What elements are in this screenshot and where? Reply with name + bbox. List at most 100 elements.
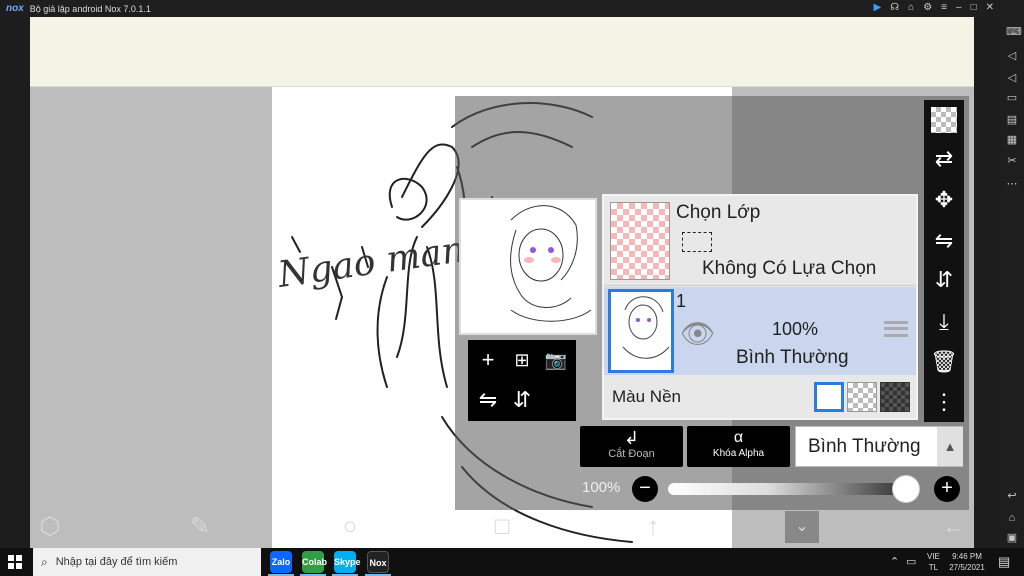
skype-app-icon[interactable]: Skype (334, 551, 361, 573)
layer-row[interactable]: 1 👁 100% Bình Thường (604, 287, 916, 375)
flip-horizontal-icon[interactable]: ⇋ (930, 227, 958, 255)
clipping-button[interactable]: ↲ Cắt Đoạn (580, 426, 683, 467)
clock[interactable]: 9:46 PM 27/5/2021 (947, 551, 987, 573)
recent-apps-icon[interactable]: ▣ (1006, 532, 1018, 544)
chevron-up-icon[interactable]: ▲ (937, 427, 963, 466)
selection-marquee-icon (682, 232, 712, 252)
background-color-row: Màu Nền (604, 376, 916, 418)
apk-icon[interactable]: ▤ (1006, 114, 1018, 126)
layer-opacity: 100% (772, 319, 819, 339)
desktop: nox Bộ giả lập android Nox 7.0.1.1 ▶ ☊ ⌂… (0, 0, 1024, 576)
selection-status: Không Có Lựa Chọn (702, 258, 877, 279)
keyboard-icon[interactable]: ⌨ (1006, 26, 1022, 38)
selection-layer-title: Chọn Lớp (676, 202, 761, 223)
transform-icon[interactable]: ⬡ (30, 506, 70, 548)
gear-icon[interactable]: ⚙ (923, 2, 932, 13)
trash-icon[interactable]: 🗑 (930, 348, 958, 376)
emulator-sidebar: ⌨ ◁ ◁ ▭ ▤ ▦ ✂ ⋯ ↩ ⌂ ▣ (1000, 0, 1024, 548)
notification-icon[interactable]: ▤ (998, 554, 1010, 570)
search-icon: ⌕ (41, 554, 48, 569)
windows-start-icon[interactable] (8, 555, 22, 569)
opacity-thumb[interactable] (892, 475, 920, 503)
layer-swap-icon[interactable]: ⇄ (930, 145, 958, 173)
clipping-label: Cắt Đoạn (608, 448, 655, 460)
flip-vertical-small-icon[interactable]: ⇵ (506, 384, 538, 416)
android-screen: Ngao man ⇄ ✥ ⇋ ⇵ ⤓ 🗑 ⋮ + ⊞ 📷 ⇋ ⇵ Chọn Lớ… (30, 17, 974, 548)
back-icon[interactable]: ↩ (1006, 490, 1018, 502)
shirt-icon[interactable]: ⌂ (908, 2, 914, 13)
tray-chevron-icon[interactable]: ⌃ (890, 555, 899, 568)
more-vertical-icon[interactable]: ⋮ (930, 388, 958, 416)
opacity-label: 100% (582, 479, 621, 496)
selection-layer[interactable]: Chọn Lớp Không Có Lựa Chọn (604, 196, 916, 286)
nox-logo: nox (6, 3, 24, 14)
blend-mode-value: Bình Thường (808, 436, 921, 457)
menu-icon[interactable]: ≡ (941, 2, 947, 13)
zalo-app-icon[interactable]: Zalo (270, 551, 292, 573)
colab-app-icon[interactable]: Colab (302, 551, 327, 573)
canvas-margin-left (30, 87, 272, 548)
opacity-minus-button[interactable]: − (632, 476, 658, 502)
multi-instance-icon[interactable]: ▦ (1006, 134, 1018, 146)
lock-icon: α (733, 429, 744, 446)
alpha-lock-button[interactable]: α Khóa Alpha (687, 426, 790, 467)
blend-mode-select[interactable]: Bình Thường ▲ (795, 426, 963, 467)
volume-down-icon[interactable]: ◁ (1006, 72, 1018, 84)
scissors-icon[interactable]: ✂ (1006, 155, 1018, 167)
alpha-lock-label: Khóa Alpha (712, 448, 765, 459)
camera-icon[interactable]: 📷 (540, 344, 572, 376)
arrow-up-icon[interactable]: ↑ (633, 506, 673, 548)
flip-vertical-icon[interactable]: ⇵ (930, 266, 958, 294)
clipping-arrow-icon: ↲ (623, 428, 640, 448)
bg-white-swatch[interactable] (814, 382, 844, 412)
layer-blend: Bình Thường (736, 347, 849, 368)
move-icon[interactable]: ✥ (930, 186, 958, 214)
drag-handle-icon[interactable] (884, 321, 908, 337)
maximize-icon[interactable]: □ (971, 2, 977, 13)
language-bottom: TL (928, 563, 939, 572)
layer-name: 1 (676, 291, 687, 311)
ad-banner (30, 17, 974, 87)
emulator-titlebar: nox Bộ giả lập android Nox 7.0.1.1 ▶ ☊ ⌂… (0, 0, 1000, 17)
close-icon[interactable]: ✕ (986, 2, 994, 13)
taskbar-search-placeholder: Nhập tại đây để tìm kiếm (55, 556, 178, 568)
opacity-slider-row: 100% − + (580, 473, 964, 505)
preview-sketch (510, 205, 592, 322)
transparent-icon[interactable] (931, 107, 957, 133)
opacity-track[interactable] (668, 475, 920, 503)
play-icon[interactable]: ▶ (874, 2, 882, 13)
add-layer-copy-icon[interactable]: ⊞ (506, 344, 538, 376)
merge-down-icon[interactable]: ⤓ (930, 308, 958, 336)
brush-icon[interactable]: ✎ (180, 506, 220, 548)
minimize-icon[interactable]: – (956, 2, 962, 13)
layer-toolbar: ⇄ ✥ ⇋ ⇵ ⤓ 🗑 ⋮ (924, 100, 964, 422)
network-icon[interactable]: ▭ (906, 555, 916, 568)
windows-taskbar: ⌕ Nhập tại đây để tìm kiếm Zalo Colab Sk… (0, 548, 1024, 576)
circle-icon[interactable]: ○ (330, 506, 370, 548)
more-icon[interactable]: ⋯ (1006, 178, 1018, 190)
window-title: Bộ giả lập android Nox 7.0.1.1 (29, 3, 151, 14)
bg-transparent-swatch[interactable] (847, 382, 877, 412)
volume-up-icon[interactable]: ◁ (1006, 50, 1018, 62)
background-label: Màu Nền (612, 387, 681, 406)
clock-time: 9:46 PM (952, 552, 982, 561)
nox-app-icon[interactable]: Nox (367, 551, 389, 573)
layer-list: Chọn Lớp Không Có Lựa Chọn 1 👁 100% Bình… (602, 194, 918, 420)
language-indicator[interactable]: VIE TL (927, 551, 940, 573)
headset-icon[interactable]: ☊ (890, 2, 899, 13)
home-icon[interactable]: ⌂ (1006, 512, 1018, 524)
back-arrow-icon[interactable]: ← (934, 506, 974, 548)
clock-date: 27/5/2021 (949, 563, 985, 572)
screen-icon[interactable]: ▭ (1006, 92, 1018, 104)
opacity-plus-button[interactable]: + (934, 476, 960, 502)
app-bottom-bar: ⬡ ✎ ○ □ ↑ ⌄ ← (30, 506, 974, 548)
square-icon[interactable]: □ (482, 506, 522, 548)
layer-thumbnail-sketch (622, 296, 670, 359)
language-top: VIE (927, 552, 940, 561)
eye-icon[interactable]: 👁 (680, 317, 716, 350)
add-layer-icon[interactable]: + (472, 344, 504, 376)
bg-dark-swatch[interactable] (880, 382, 910, 412)
chevron-down-icon[interactable]: ⌄ (785, 511, 819, 543)
taskbar-search[interactable]: ⌕ Nhập tại đây để tìm kiếm (33, 548, 261, 576)
flip-horizontal-small-icon[interactable]: ⇋ (472, 384, 504, 416)
